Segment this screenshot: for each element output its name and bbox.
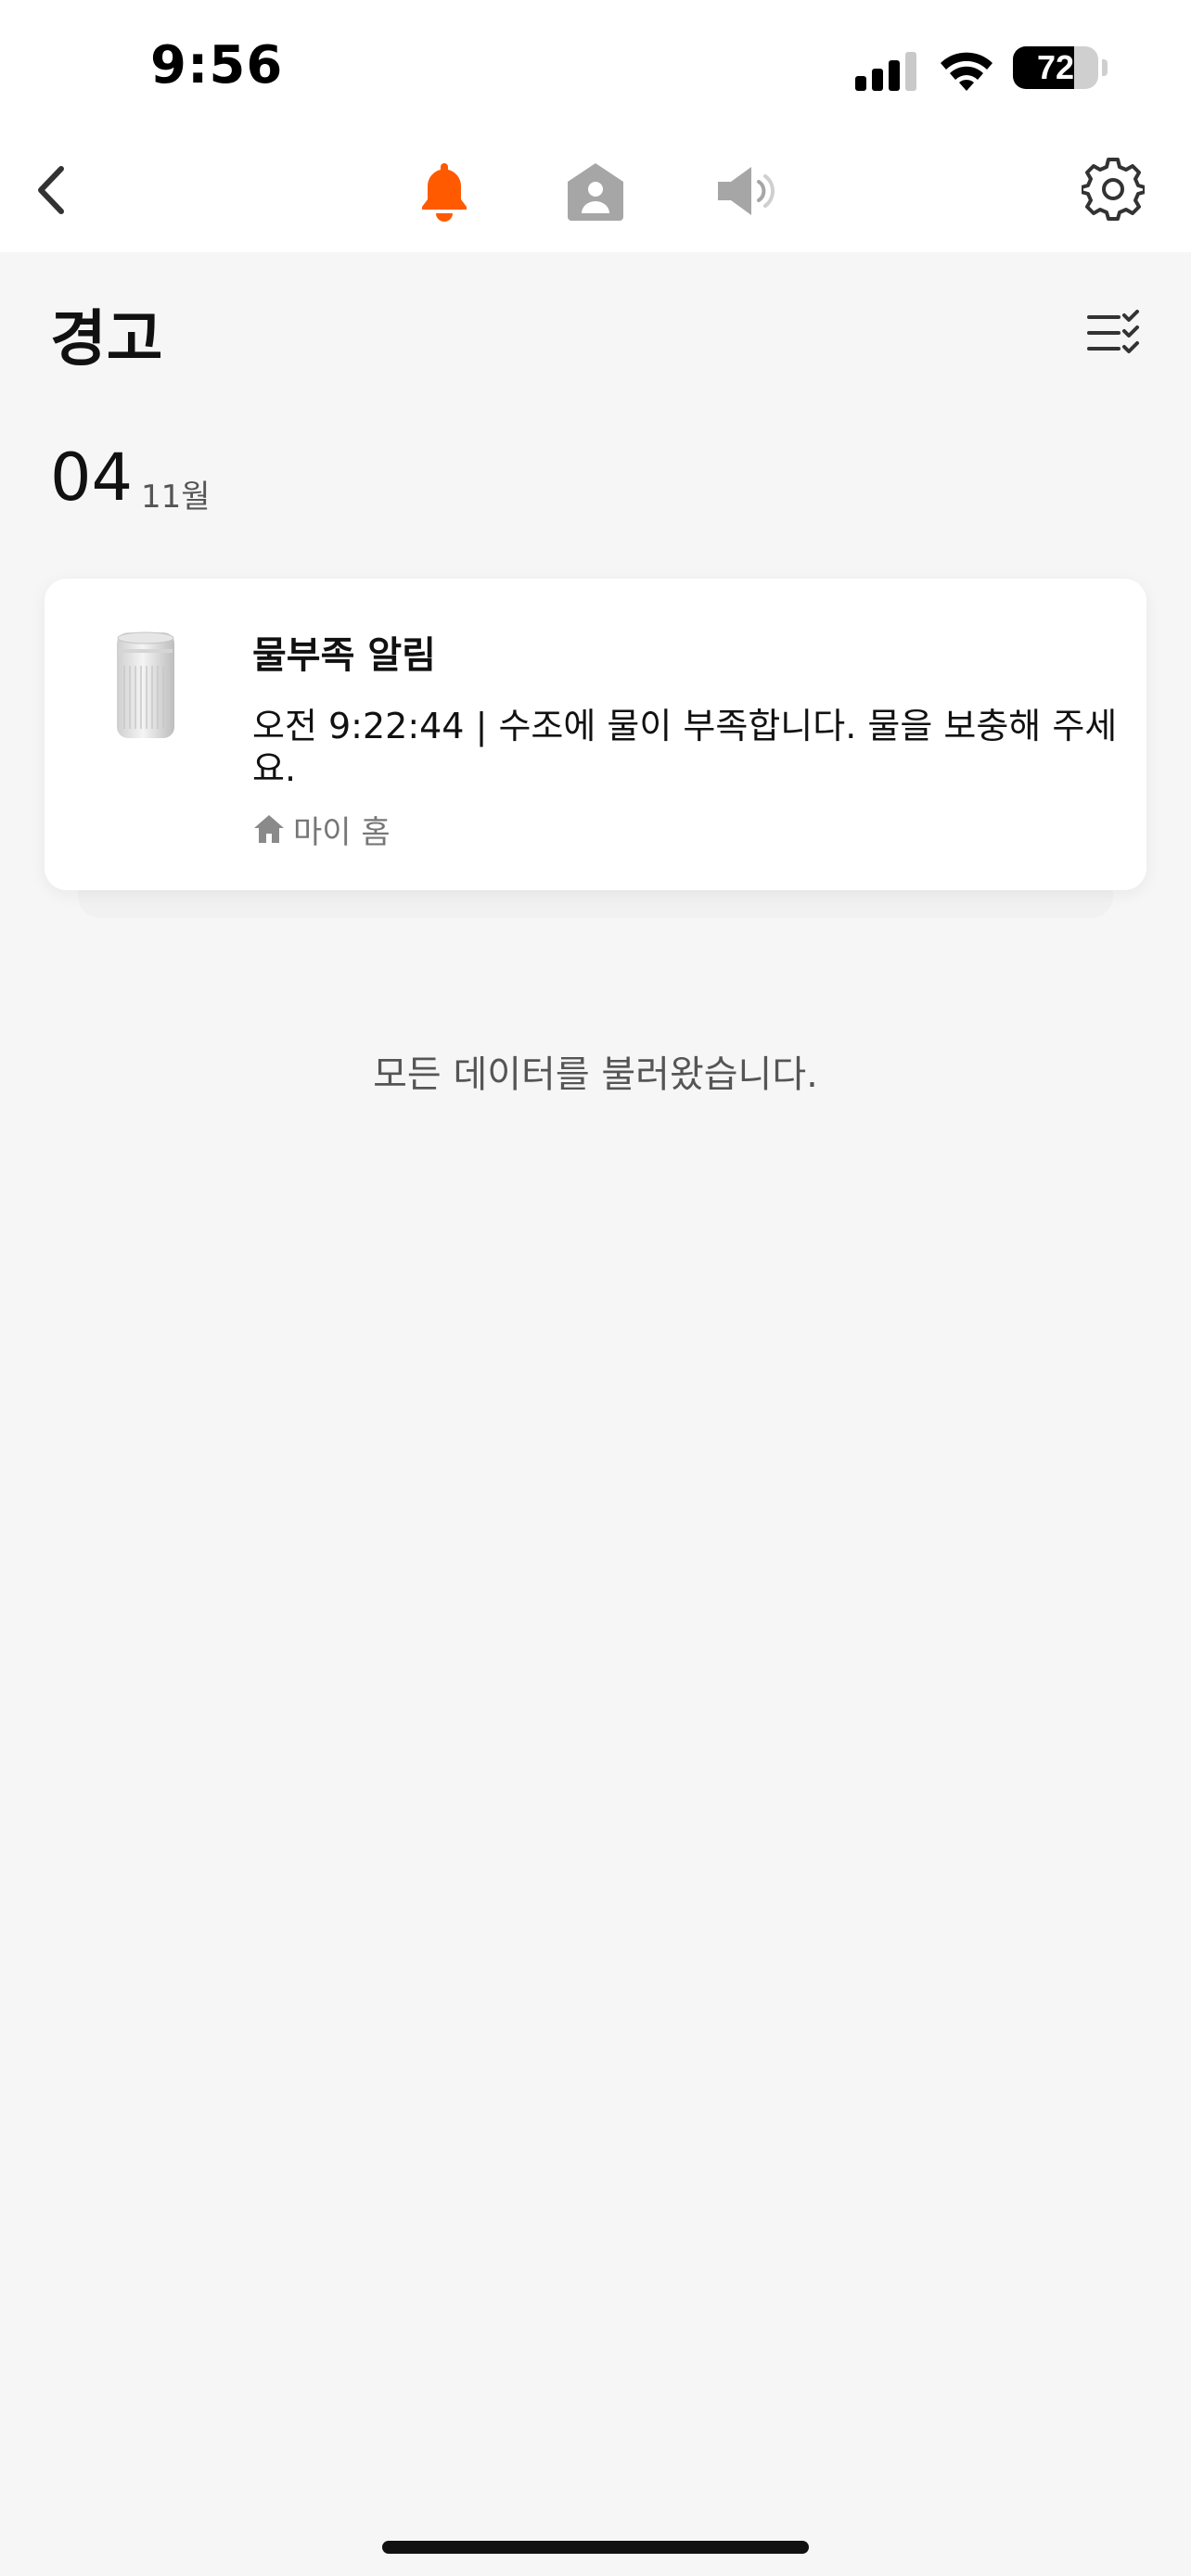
alert-location: 마이 홈 [252, 809, 391, 851]
battery-indicator: 72 [1013, 46, 1098, 89]
list-check-icon[interactable] [1087, 310, 1141, 356]
status-time: 9:56 [150, 35, 284, 96]
date-month: 11월 [141, 478, 211, 516]
alert-message: 오전 9:22:44 | 수조에 물이 부족합니다. 물을 보충해 주세요. [252, 706, 1118, 789]
alert-card[interactable]: 물부족 알림 오전 9:22:44 | 수조에 물이 부족합니다. 물을 보충해… [45, 579, 1146, 890]
alert-location-label: 마이 홈 [293, 813, 391, 851]
cellular-signal-icon [855, 52, 916, 91]
all-loaded-message: 모든 데이터를 불러왔습니다. [373, 1053, 818, 1096]
home-user-icon[interactable] [564, 159, 627, 223]
battery-cap [1102, 59, 1108, 76]
page-title: 경고 [50, 303, 163, 375]
bell-icon[interactable] [416, 159, 473, 223]
battery-level: 72 [1036, 48, 1075, 86]
home-indicator[interactable] [382, 2541, 809, 2554]
home-icon [254, 815, 284, 843]
wifi-icon [941, 52, 992, 91]
air-purifier-image [117, 631, 174, 738]
alert-title: 물부족 알림 [252, 634, 436, 677]
gear-icon[interactable] [1082, 158, 1145, 221]
date-day: 04 [50, 440, 134, 516]
back-icon[interactable] [28, 158, 74, 223]
top-bar: 9:56 72 [0, 0, 1191, 252]
speaker-icon[interactable] [714, 163, 779, 219]
